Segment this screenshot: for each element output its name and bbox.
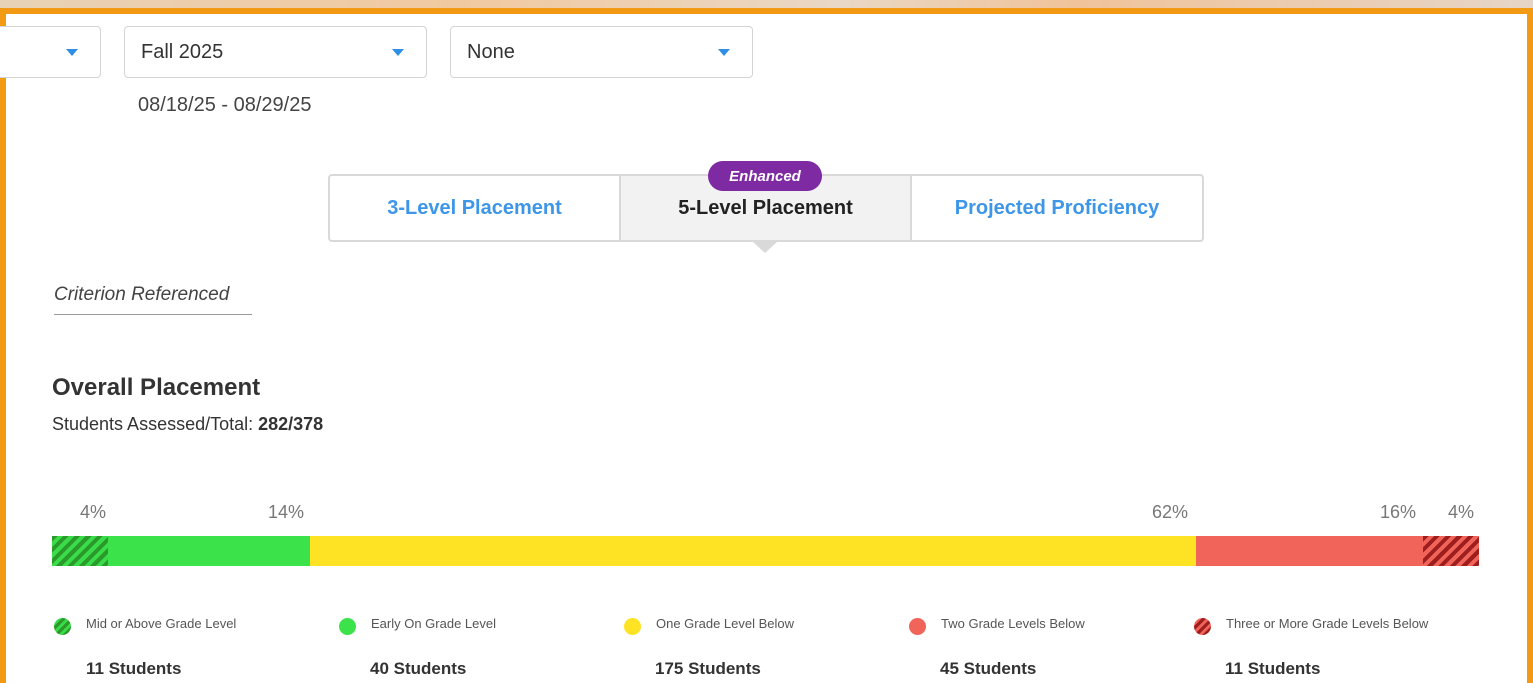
student-count-early-on: 40 Students: [370, 659, 467, 678]
legend-swatch: [1194, 618, 1211, 635]
bar-segment-mid-or-above[interactable]: [52, 536, 108, 566]
tab-label: 3-Level Placement: [387, 196, 562, 219]
bar-segment-two-below[interactable]: [1195, 536, 1424, 566]
legend-label: One Grade Level Below: [656, 616, 795, 631]
legend-swatch: [54, 618, 71, 635]
chevron-down-icon: [66, 49, 78, 56]
legend-swatch: [909, 618, 926, 635]
legend-label: Mid or Above Grade Level: [86, 616, 237, 631]
section-title: Overall Placement: [52, 374, 261, 401]
assessed-label: Students Assessed/Total:: [52, 414, 259, 434]
assessed-value: 282/378: [258, 414, 324, 434]
student-count-one-below: 175 Students: [655, 659, 761, 678]
legend-item-mid-or-above: Mid or Above Grade Level: [54, 612, 236, 635]
student-count-two-below: 45 Students: [940, 659, 1037, 678]
term-select[interactable]: Fall 2025: [124, 26, 427, 78]
percent-label-early-on: 14%: [268, 502, 305, 522]
legend-item-three-or-more-below: Three or More Grade Levels Below: [1194, 612, 1428, 635]
bar-segment-three-or-more-below[interactable]: [1423, 536, 1479, 566]
tab-label: Projected Proficiency: [954, 196, 1160, 219]
student-count-mid-or-above: 11 Students: [86, 659, 182, 678]
legend-label: Two Grade Levels Below: [941, 616, 1085, 631]
legend-swatch: [339, 618, 356, 635]
tab-label: 5-Level Placement: [678, 196, 853, 219]
percent-label-two-below: 16%: [1380, 502, 1417, 522]
students-assessed: Students Assessed/Total: 282/378: [52, 414, 323, 435]
placement-panel: Fall 2025 None 08/18/25 - 08/29/25 3-Lev…: [0, 8, 1533, 683]
enhanced-badge: Enhanced: [708, 161, 822, 191]
bar-segment-one-below[interactable]: [310, 536, 1196, 566]
group-select[interactable]: None: [450, 26, 753, 78]
active-tab-pointer: [753, 242, 777, 253]
student-count-three-or-more-below: 11 Students: [1225, 659, 1321, 678]
bar-segment-early-on[interactable]: [107, 536, 311, 566]
legend-item-one-below: One Grade Level Below: [624, 612, 794, 635]
first-filter-select[interactable]: [0, 26, 101, 78]
percent-label-mid-or-above: 4%: [80, 502, 107, 522]
percent-label-one-below: 62%: [1152, 502, 1189, 522]
stacked-placement-bar: [52, 536, 1479, 566]
legend-item-two-below: Two Grade Levels Below: [909, 612, 1085, 635]
group-select-value: None: [467, 40, 515, 63]
legend-swatch: [624, 618, 641, 635]
legend-label: Early On Grade Level: [371, 616, 497, 631]
legend-item-early-on: Early On Grade Level: [339, 612, 496, 635]
chevron-down-icon: [718, 49, 730, 56]
tab-projected-proficiency[interactable]: Projected Proficiency: [912, 176, 1202, 240]
criterion-referenced-link[interactable]: Criterion Referenced: [54, 284, 252, 315]
legend-label: Three or More Grade Levels Below: [1226, 616, 1429, 631]
percent-label-three-or-more-below: 4%: [1448, 502, 1475, 522]
term-select-value: Fall 2025: [141, 40, 224, 63]
chevron-down-icon: [392, 49, 404, 56]
date-range: 08/18/25 - 08/29/25: [138, 94, 312, 116]
tab-3-level-placement[interactable]: 3-Level Placement: [330, 176, 621, 240]
